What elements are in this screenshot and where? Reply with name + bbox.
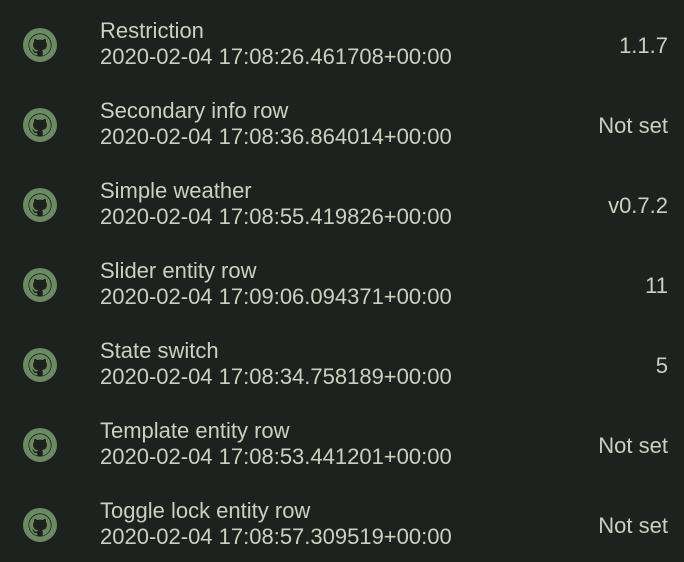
item-timestamp: 2020-02-04 17:08:36.864014+00:00	[100, 124, 452, 149]
list-item[interactable]: Simple weather 2020-02-04 17:08:55.41982…	[0, 158, 684, 238]
repository-list: Restriction 2020-02-04 17:08:26.461708+0…	[0, 0, 684, 562]
list-item[interactable]: Template entity row 2020-02-04 17:08:53.…	[0, 398, 684, 478]
github-icon	[22, 107, 58, 143]
github-icon	[22, 267, 58, 303]
github-icon	[22, 507, 58, 543]
item-timestamp: 2020-02-04 17:08:34.758189+00:00	[100, 364, 452, 389]
item-version: v0.7.2	[608, 193, 668, 218]
item-title: Template entity row	[100, 418, 290, 443]
item-title: Restriction	[100, 18, 204, 43]
github-icon	[22, 187, 58, 223]
list-item[interactable]: Slider entity row 2020-02-04 17:09:06.09…	[0, 238, 684, 318]
item-version: 1.1.7	[619, 33, 668, 58]
item-version: Not set	[598, 113, 668, 138]
list-item[interactable]: Toggle lock entity row 2020-02-04 17:08:…	[0, 478, 684, 558]
item-title: Toggle lock entity row	[100, 498, 311, 523]
item-title: Slider entity row	[100, 258, 257, 283]
item-title: Secondary info row	[100, 98, 289, 123]
item-version: 11	[645, 273, 668, 298]
item-title: State switch	[100, 338, 219, 363]
list-item[interactable]: State switch 2020-02-04 17:08:34.758189+…	[0, 318, 684, 398]
github-icon	[22, 347, 58, 383]
item-timestamp: 2020-02-04 17:09:06.094371+00:00	[100, 284, 452, 309]
list-item[interactable]: Secondary info row 2020-02-04 17:08:36.8…	[0, 78, 684, 158]
item-timestamp: 2020-02-04 17:08:57.309519+00:00	[100, 524, 452, 549]
item-timestamp: 2020-02-04 17:08:53.441201+00:00	[100, 444, 452, 469]
item-timestamp: 2020-02-04 17:08:55.419826+00:00	[100, 204, 452, 229]
github-icon	[22, 427, 58, 463]
item-version: 5	[655, 353, 668, 378]
item-version: Not set	[598, 513, 668, 538]
github-icon	[22, 27, 58, 63]
item-timestamp: 2020-02-04 17:08:26.461708+00:00	[100, 44, 452, 69]
list-item[interactable]: Restriction 2020-02-04 17:08:26.461708+0…	[0, 0, 684, 78]
item-title: Simple weather	[100, 178, 252, 203]
item-version: Not set	[598, 433, 668, 458]
